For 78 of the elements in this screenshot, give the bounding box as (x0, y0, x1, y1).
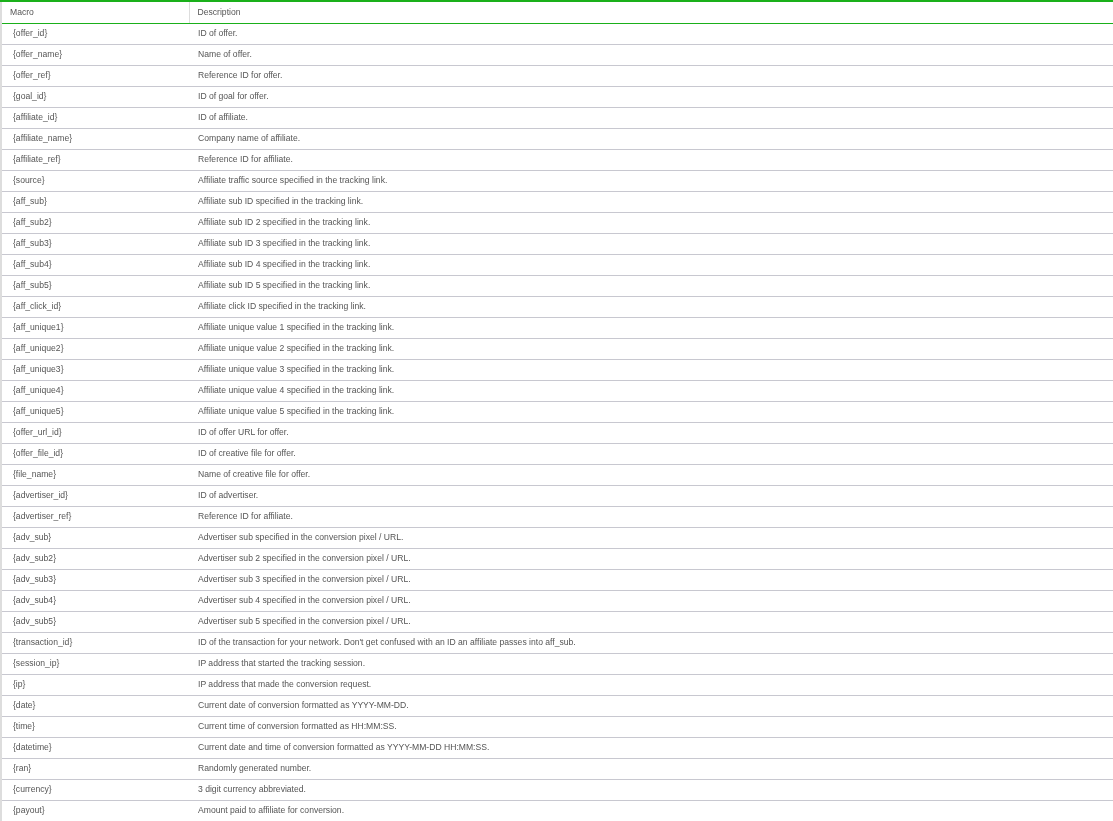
macro-cell: {offer_file_id} (1, 443, 189, 464)
macro-cell: {offer_url_id} (1, 422, 189, 443)
description-cell: Current date and time of conversion formatted as YYYY-MM-DD HH:MM:SS. (189, 737, 1113, 758)
description-cell: Company name of affiliate. (189, 128, 1113, 149)
description-cell: Randomly generated number. (189, 758, 1113, 779)
macro-cell: {aff_click_id} (1, 296, 189, 317)
macro-cell: {adv_sub2} (1, 548, 189, 569)
macro-cell: {aff_sub3} (1, 233, 189, 254)
description-cell: Amount paid to affiliate for conversion. (189, 800, 1113, 821)
column-header: Description (189, 1, 1113, 23)
macro-cell: {offer_name} (1, 44, 189, 65)
macro-cell: {advertiser_ref} (1, 506, 189, 527)
macro-cell: {aff_unique2} (1, 338, 189, 359)
description-cell: Affiliate traffic source specified in the tracking link. (189, 170, 1113, 191)
macro-cell: {time} (1, 716, 189, 737)
macro-cell: {transaction_id} (1, 632, 189, 653)
macro-cell: {session_ip} (1, 653, 189, 674)
description-cell: Name of creative file for offer. (189, 464, 1113, 485)
description-cell: Name of offer. (189, 44, 1113, 65)
description-cell: Affiliate click ID specified in the tracking link. (189, 296, 1113, 317)
macro-cell: {adv_sub} (1, 527, 189, 548)
description-cell: Reference ID for offer. (189, 65, 1113, 86)
macro-cell: {aff_unique1} (1, 317, 189, 338)
macro-cell: {currency} (1, 779, 189, 800)
description-cell: Reference ID for affiliate. (189, 506, 1113, 527)
description-cell: Affiliate unique value 4 specified in the tracking link. (189, 380, 1113, 401)
macro-cell: {offer_ref} (1, 65, 189, 86)
macro-cell: {source} (1, 170, 189, 191)
macro-cell: {affiliate_name} (1, 128, 189, 149)
description-cell: Affiliate sub ID 5 specified in the tracking link. (189, 275, 1113, 296)
description-cell: Advertiser sub 2 specified in the conversion pixel / URL. (189, 548, 1113, 569)
macro-cell: {ran} (1, 758, 189, 779)
macro-cell: {aff_sub5} (1, 275, 189, 296)
description-cell: ID of advertiser. (189, 485, 1113, 506)
description-cell: Advertiser sub specified in the conversion pixel / URL. (189, 527, 1113, 548)
macro-cell: {payout} (1, 800, 189, 821)
description-cell: 3 digit currency abbreviated. (189, 779, 1113, 800)
description-cell: ID of goal for offer. (189, 86, 1113, 107)
macro-cell: {offer_id} (1, 23, 189, 44)
description-cell: ID of offer. (189, 23, 1113, 44)
description-cell: ID of creative file for offer. (189, 443, 1113, 464)
macro-cell: {aff_unique3} (1, 359, 189, 380)
description-cell: Affiliate sub ID 3 specified in the tracking link. (189, 233, 1113, 254)
macro-cell: {aff_unique4} (1, 380, 189, 401)
macro-cell: {adv_sub4} (1, 590, 189, 611)
column-header: Macro (1, 1, 189, 23)
macro-cell: {affiliate_ref} (1, 149, 189, 170)
description-cell: IP address that started the tracking session. (189, 653, 1113, 674)
macro-cell: {affiliate_id} (1, 107, 189, 128)
description-cell: Affiliate unique value 1 specified in the tracking link. (189, 317, 1113, 338)
macro-cell: {file_name} (1, 464, 189, 485)
macro-cell: {goal_id} (1, 86, 189, 107)
description-cell: Affiliate unique value 3 specified in the tracking link. (189, 359, 1113, 380)
description-cell: Current time of conversion formatted as HH:MM:SS. (189, 716, 1113, 737)
description-cell: Advertiser sub 5 specified in the conversion pixel / URL. (189, 611, 1113, 632)
macro-cell: {ip} (1, 674, 189, 695)
macro-cell: {aff_unique5} (1, 401, 189, 422)
macro-cell: {aff_sub} (1, 191, 189, 212)
macro-cell: {adv_sub5} (1, 611, 189, 632)
description-cell: Current date of conversion formatted as YYYY-MM-DD. (189, 695, 1113, 716)
description-cell: ID of affiliate. (189, 107, 1113, 128)
macro-cell: {adv_sub3} (1, 569, 189, 590)
description-cell: IP address that made the conversion request. (189, 674, 1113, 695)
macro-cell: {datetime} (1, 737, 189, 758)
macro-cell: {date} (1, 695, 189, 716)
macro-cell: {aff_sub2} (1, 212, 189, 233)
description-cell: Affiliate sub ID specified in the tracking link. (189, 191, 1113, 212)
description-cell: Affiliate sub ID 2 specified in the tracking link. (189, 212, 1113, 233)
description-cell: Advertiser sub 4 specified in the conversion pixel / URL. (189, 590, 1113, 611)
description-cell: ID of offer URL for offer. (189, 422, 1113, 443)
macro-cell: {advertiser_id} (1, 485, 189, 506)
description-cell: Advertiser sub 3 specified in the conversion pixel / URL. (189, 569, 1113, 590)
description-cell: Affiliate unique value 2 specified in the tracking link. (189, 338, 1113, 359)
description-cell: ID of the transaction for your network. Don't get confused with an ID an affiliate passes into aff_sub. (189, 632, 1113, 653)
description-cell: Affiliate sub ID 4 specified in the tracking link. (189, 254, 1113, 275)
description-cell: Affiliate unique value 5 specified in the tracking link. (189, 401, 1113, 422)
macro-cell: {aff_sub4} (1, 254, 189, 275)
description-cell: Reference ID for affiliate. (189, 149, 1113, 170)
